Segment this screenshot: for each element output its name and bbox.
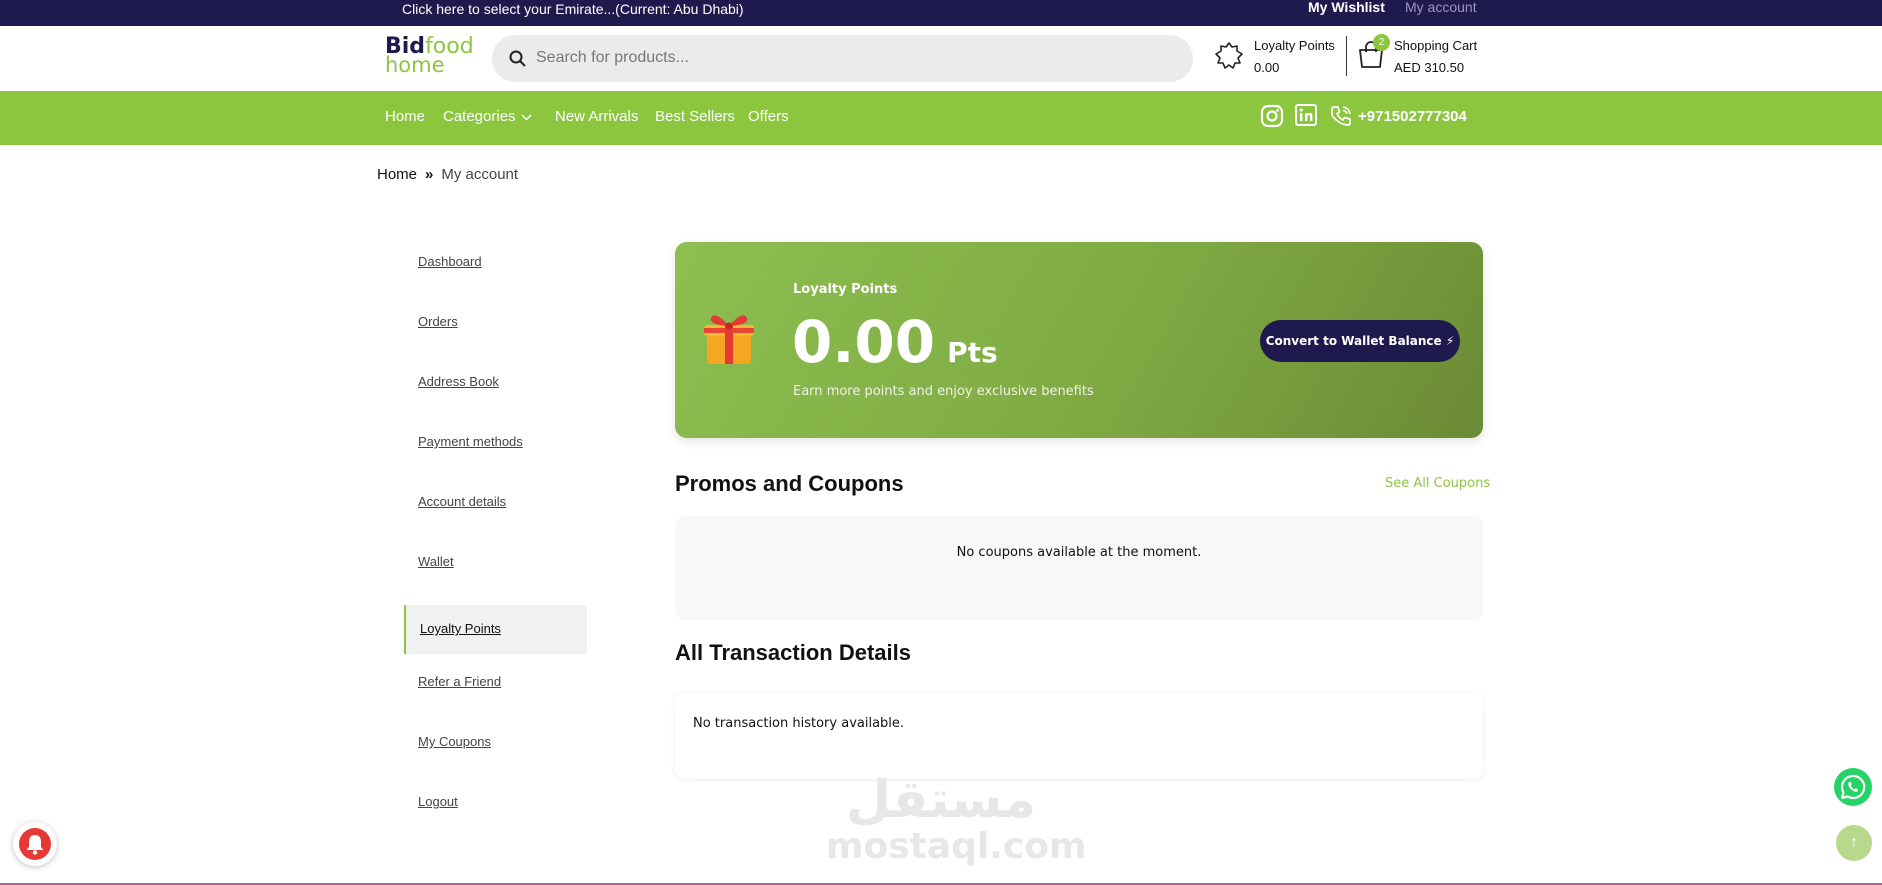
no-coupons-message: No coupons available at the moment. [956,545,1202,560]
whatsapp-button[interactable] [1834,768,1872,806]
top-bar: Click here to select your Emirate...(Cur… [0,0,1882,26]
sidebar-item-logout[interactable]: Logout [404,780,587,840]
sidebar-item-refer-a-friend[interactable]: Refer a Friend [404,660,587,720]
whatsapp-icon [1840,774,1866,800]
sidebar-item-dashboard[interactable]: Dashboard [404,240,587,300]
nav-best-sellers[interactable]: Best Sellers [655,108,735,125]
convert-to-wallet-button[interactable]: Convert to Wallet Balance ⚡ [1260,320,1460,362]
sidebar-item-payment-methods[interactable]: Payment methods [404,420,587,480]
points-unit: Pts [947,336,998,369]
sidebar-item-address-book[interactable]: Address Book [404,360,587,420]
sidebar-item-wallet[interactable]: Wallet [404,540,587,600]
transactions-title: All Transaction Details [675,640,911,665]
chevron-down-icon [521,114,532,121]
breadcrumb-separator: » [425,166,434,183]
linkedin-icon[interactable] [1295,104,1317,126]
breadcrumb: Home » My account [377,166,518,183]
nav-home[interactable]: Home [385,108,425,125]
sidebar-item-my-coupons[interactable]: My Coupons [404,720,587,780]
search-input[interactable] [536,45,1156,71]
sidebar-item-orders[interactable]: Orders [404,300,587,360]
cart-count-badge: 2 [1373,34,1390,51]
emirate-selector[interactable]: Click here to select your Emirate...(Cur… [402,1,744,17]
transactions-panel [675,693,1483,779]
breadcrumb-current: My account [441,166,519,183]
scroll-to-top-button[interactable]: ↑ [1836,825,1872,861]
site-header: Bidfood home Loyalty Points 0.00 2 Shopp… [0,26,1882,91]
search-icon[interactable] [509,50,526,67]
promos-title: Promos and Coupons [675,471,904,496]
my-account-link[interactable]: My account [1405,0,1477,15]
bell-icon [26,835,44,855]
nav-categories[interactable]: Categories [443,108,532,125]
notification-button[interactable] [13,822,57,866]
badge-icon [1215,42,1243,69]
watermark-arabic: مستقل [845,770,1037,830]
phone-number[interactable]: +971502777304 [1358,108,1467,125]
site-logo[interactable]: Bidfood home [385,36,474,78]
nav-categories-label: Categories [443,108,516,125]
loyalty-card-subtitle: Earn more points and enjoy exclusive ben… [793,384,1094,399]
loyalty-points-card: Loyalty Points 0.00 Pts Earn more points … [675,242,1483,438]
search-bar [492,35,1193,82]
loyalty-label: Loyalty Points [1254,38,1335,53]
instagram-icon[interactable] [1260,104,1284,128]
phone-icon[interactable] [1329,104,1353,128]
nav-offers[interactable]: Offers [748,108,789,125]
breadcrumb-home[interactable]: Home [377,166,417,183]
cart-label: Shopping Cart [1394,38,1478,53]
cart-total: AED 310.50 [1394,60,1465,75]
main-nav: Home Categories New Arrivals Best Seller… [0,91,1882,145]
gift-icon [704,315,754,364]
sidebar-item-loyalty-points[interactable]: Loyalty Points [404,605,587,654]
nav-new-arrivals[interactable]: New Arrivals [555,108,638,125]
see-all-coupons-link[interactable]: See All Coupons [1385,476,1490,491]
wishlist-link[interactable]: My Wishlist [1308,0,1385,15]
loyalty-points-total: 0.00 Pts [792,308,998,376]
no-transactions-message: No transaction history available. [693,716,905,731]
account-sidebar: Dashboard Orders Address Book Payment me… [404,240,587,840]
notification-bell-background [19,828,51,860]
coupons-panel [675,516,1483,620]
header-divider [1346,36,1347,76]
loyalty-value: 0.00 [1254,60,1280,75]
watermark-latin: mostaql.com [826,826,1087,867]
sidebar-item-account-details[interactable]: Account details [404,480,587,540]
watermark: مستقل mostaql.com [826,770,1087,867]
points-value: 0.00 [792,308,936,376]
loyalty-card-label: Loyalty Points [793,282,898,297]
